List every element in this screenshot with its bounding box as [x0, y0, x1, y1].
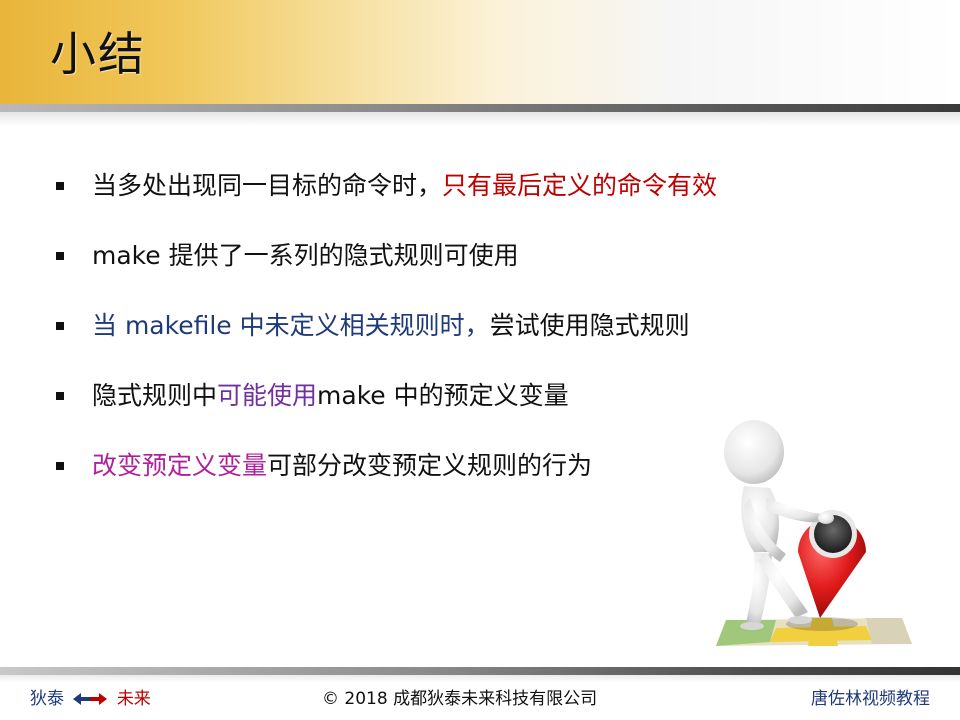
- bullet-item: 当多处出现同一目标的命令时，只有最后定义的命令有效: [56, 168, 816, 204]
- footer-brand-right: 未来: [116, 689, 151, 709]
- bullet-segment: 可部分改变预定义规则的行为: [267, 451, 593, 480]
- bullet-text: 改变预定义变量可部分改变预定义规则的行为: [92, 448, 592, 484]
- double-arrow-icon: [73, 693, 108, 705]
- bullet-segment-highlight: 只有最后定义的命令有效: [442, 171, 718, 200]
- page-title: 小结: [50, 27, 146, 81]
- bullet-marker-icon: [56, 392, 64, 400]
- bullet-segment: 当多处出现同一目标的命令时，: [92, 171, 443, 200]
- title-divider-shadow: [0, 112, 960, 126]
- footer-divider: [0, 667, 960, 675]
- bullet-marker-icon: [56, 182, 64, 190]
- title-divider: [0, 104, 960, 112]
- person-leaning-on-map-pin-icon: [716, 420, 912, 646]
- bullet-text: 当 makefile 中未定义相关规则时，尝试使用隐式规则: [92, 308, 690, 344]
- bullet-segment: 尝试使用隐式规则: [489, 311, 690, 340]
- bullet-segment-highlight: 可能使用: [217, 381, 318, 410]
- bullet-segment: make 提供了一系列的隐式规则可使用: [92, 241, 519, 270]
- bullet-list: 当多处出现同一目标的命令时，只有最后定义的命令有效 make 提供了一系列的隐式…: [56, 168, 816, 518]
- footer-brand-left: 狄泰: [30, 689, 64, 709]
- bullet-item: 改变预定义变量可部分改变预定义规则的行为: [56, 448, 816, 484]
- bullet-text: make 提供了一系列的隐式规则可使用: [92, 238, 519, 274]
- bullet-text: 隐式规则中可能使用make 中的预定义变量: [92, 378, 569, 414]
- bullet-text: 当多处出现同一目标的命令时，只有最后定义的命令有效: [92, 168, 717, 204]
- bullet-segment: 隐式规则中: [92, 381, 218, 410]
- bullet-segment: make 中的预定义变量: [317, 381, 569, 410]
- bullet-item: 当 makefile 中未定义相关规则时，尝试使用隐式规则: [56, 308, 816, 344]
- footer-copyright: © 2018 成都狄泰未来科技有限公司: [322, 689, 598, 709]
- bullet-segment-highlight: 当 makefile 中未定义相关规则时，: [92, 311, 490, 340]
- bullet-marker-icon: [56, 252, 64, 260]
- bullet-marker-icon: [56, 322, 64, 330]
- bullet-item: 隐式规则中可能使用make 中的预定义变量: [56, 378, 816, 414]
- bullet-marker-icon: [56, 462, 64, 470]
- bullet-segment-highlight: 改变预定义变量: [92, 451, 268, 480]
- footer-divider-shadow: [0, 675, 960, 683]
- footer-author: 唐佐林视频教程: [811, 689, 930, 709]
- bullet-item: make 提供了一系列的隐式规则可使用: [56, 238, 816, 274]
- footer-brand: 狄泰 未来: [30, 686, 151, 712]
